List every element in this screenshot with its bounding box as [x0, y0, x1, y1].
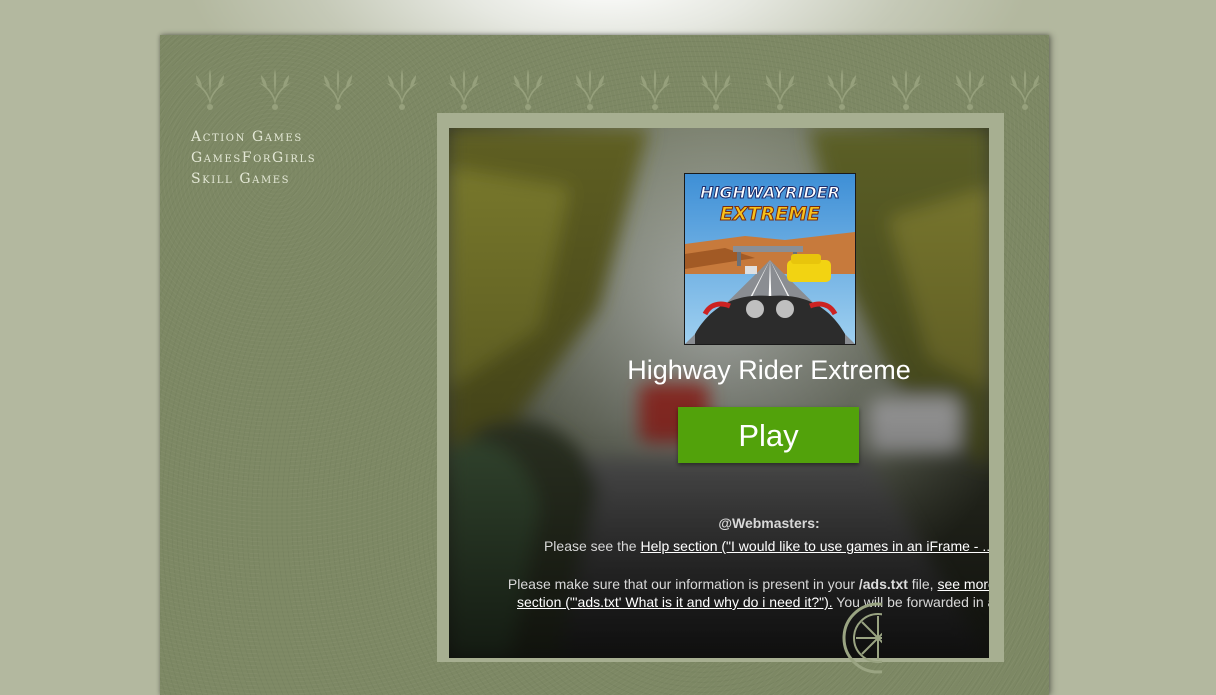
game-frame-border: HIGHWAYRIDER EXTREME Highway Rider Extre… — [437, 113, 1004, 662]
webmasters-line2-text: Please make sure that our information is… — [507, 576, 859, 592]
webmasters-line2: Please make sure that our information is… — [449, 576, 989, 592]
category-nav: Action Games GamesForGirls Skill Games — [191, 127, 316, 190]
webmasters-line1-text: Please see the — [543, 538, 641, 554]
main-panel: Action Games GamesForGirls Skill Games H… — [160, 35, 1049, 695]
nav-link-games-for-girls[interactable]: GamesForGirls — [191, 148, 316, 169]
ads-txt-label: /ads.txt — [858, 576, 908, 592]
play-button[interactable]: Play — [678, 407, 859, 463]
ads-txt-section-link[interactable]: section ("'ads.txt' What is it and why d… — [517, 594, 833, 610]
decorative-ring-ornament — [842, 602, 882, 674]
thumbnail-title-line2: EXTREME — [720, 203, 820, 225]
webmasters-heading: @Webmasters: — [718, 515, 820, 531]
game-thumbnail[interactable]: HIGHWAYRIDER EXTREME — [684, 173, 856, 345]
see-more-details-link[interactable]: see more detai — [937, 576, 989, 592]
game-title: Highway Rider Extreme — [627, 355, 911, 385]
nav-link-action-games[interactable]: Action Games — [191, 127, 316, 148]
decorative-ornament-band — [160, 63, 1049, 111]
webmasters-line3: section ("'ads.txt' What is it and why d… — [449, 594, 989, 610]
help-section-link[interactable]: Help section ("I would like to use games… — [640, 538, 989, 554]
webmasters-line1: Please see the Help section ("I would li… — [449, 538, 989, 554]
thumbnail-title-line1: HIGHWAYRIDER — [700, 183, 840, 202]
game-embed[interactable]: HIGHWAYRIDER EXTREME Highway Rider Extre… — [449, 128, 989, 658]
nav-link-skill-games[interactable]: Skill Games — [191, 169, 316, 190]
webmasters-line2-mid: file, — [907, 576, 938, 592]
